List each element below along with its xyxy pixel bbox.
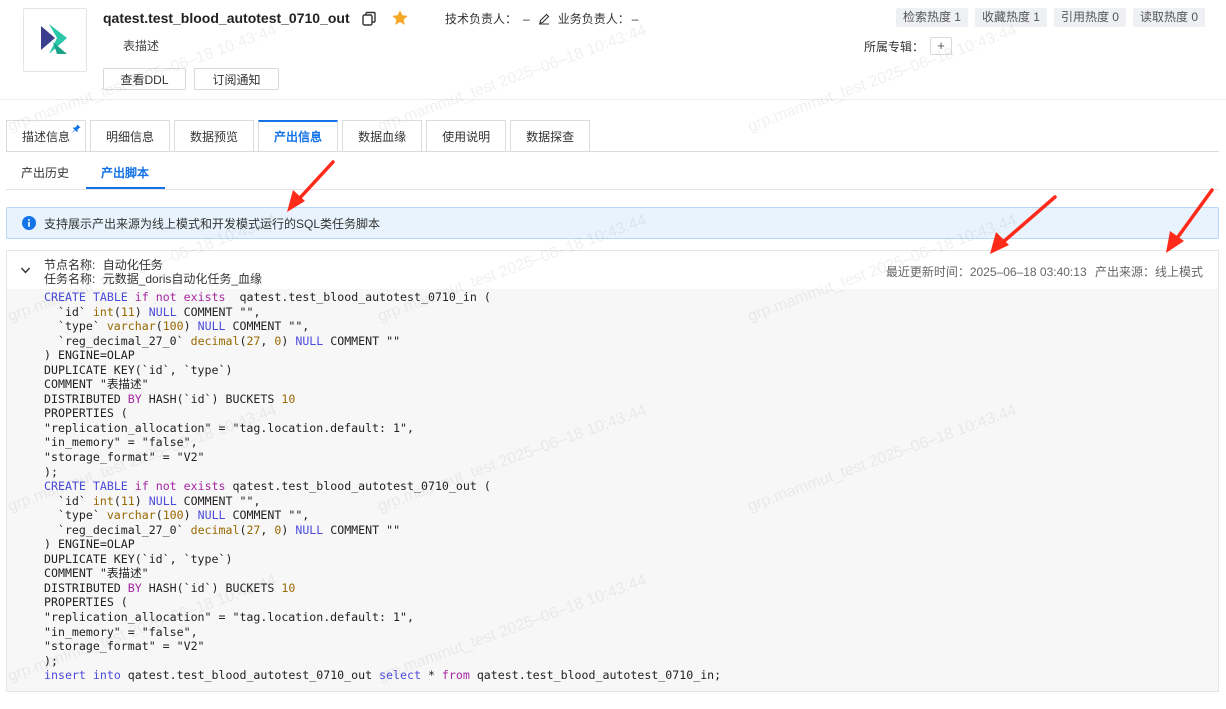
detail-tabs: 描述信息 明细信息 数据预览 产出信息 数据血缘 使用说明 数据探查 (6, 120, 591, 151)
biz-owner-label: 业务负责人： (557, 12, 630, 26)
tab-label: 使用说明 (442, 129, 491, 144)
task-name-label: 任务名称: (44, 272, 96, 286)
script-panel: 节点名称: 自动化任务 任务名称: 元数据_doris自动化任务_血缘 最近更新… (6, 250, 1219, 692)
pin-icon (72, 124, 81, 133)
info-text: 支持展示产出来源为线上模式和开发模式运行的SQL类任务脚本 (44, 216, 381, 231)
logo-icon (41, 24, 67, 54)
view-ddl-button[interactable]: 查看DDL (103, 68, 186, 90)
tab-description[interactable]: 描述信息 (6, 120, 87, 151)
tab-label: 描述信息 (22, 129, 71, 144)
info-alert: 支持展示产出来源为线上模式和开发模式运行的SQL类任务脚本 (6, 207, 1219, 239)
edit-icon[interactable] (538, 13, 550, 25)
biz-owner-value: – (631, 11, 639, 26)
topic-row: 所属专辑： + (864, 37, 953, 55)
table-name: qatest.test_blood_autotest_0710_out (103, 10, 350, 26)
sql-script-code: CREATE TABLE if not exists qatest.test_b… (7, 289, 1218, 691)
search-heat-badge: 检索热度 1 (895, 8, 968, 27)
tech-owner-label: 技术负责人： (445, 12, 518, 26)
topic-label: 所属专辑： (864, 39, 925, 54)
tab-label: 数据探查 (526, 129, 575, 144)
tab-label: 数据预览 (190, 129, 239, 144)
output-subtabs: 产出历史 产出脚本 (6, 152, 1219, 190)
tab-detail[interactable]: 明细信息 (90, 120, 171, 151)
table-logo (23, 8, 87, 72)
owners: 技术负责人： – 业务负责人： – (445, 10, 638, 27)
tab-usage[interactable]: 使用说明 (426, 120, 507, 151)
subtab-active-indicator (86, 187, 165, 189)
subtab-output-script[interactable]: 产出脚本 (101, 164, 149, 181)
tech-owner-value: – (523, 11, 530, 26)
updated-time-value: 2025–06–18 03:40:13 (969, 265, 1087, 279)
tab-lineage[interactable]: 数据血缘 (342, 120, 423, 151)
tab-label: 产出信息 (274, 130, 323, 144)
tab-label: 明细信息 (106, 129, 155, 144)
favorite-heat-badge: 收藏热度 1 (974, 8, 1047, 27)
favorite-star-icon[interactable] (391, 9, 409, 27)
output-source-label: 产出来源： (1094, 265, 1155, 279)
tab-label: 数据血缘 (358, 129, 407, 144)
tab-output-info[interactable]: 产出信息 (258, 120, 339, 151)
subtab-output-history[interactable]: 产出历史 (21, 164, 69, 181)
output-source-value: 线上模式 (1154, 265, 1203, 279)
updated-time-label: 最近更新时间： (885, 265, 970, 279)
copy-icon[interactable] (361, 11, 377, 27)
tab-preview[interactable]: 数据预览 (174, 120, 255, 151)
task-name-row: 任务名称: 元数据_doris自动化任务_血缘 (44, 270, 262, 287)
info-icon (22, 216, 36, 230)
task-name-value: 元数据_doris自动化任务_血缘 (102, 272, 263, 286)
tab-exploration[interactable]: 数据探查 (510, 120, 591, 151)
add-topic-button[interactable]: + (930, 37, 953, 55)
chevron-down-icon[interactable] (20, 266, 31, 275)
heat-badges: 检索热度 1 收藏热度 1 引用热度 0 读取热度 0 (895, 8, 1205, 27)
reference-heat-badge: 引用热度 0 (1053, 8, 1126, 27)
script-meta: 最近更新时间：2025–06–18 03:40:13 产出来源：线上模式 (886, 263, 1203, 280)
script-panel-header: 节点名称: 自动化任务 任务名称: 元数据_doris自动化任务_血缘 最近更新… (7, 251, 1218, 289)
detail-header: qatest.test_blood_autotest_0710_out 技术负责… (0, 0, 1226, 100)
subscribe-button[interactable]: 订阅通知 (194, 68, 279, 90)
read-heat-badge: 读取热度 0 (1132, 8, 1205, 27)
table-description: 表描述 (123, 39, 160, 53)
